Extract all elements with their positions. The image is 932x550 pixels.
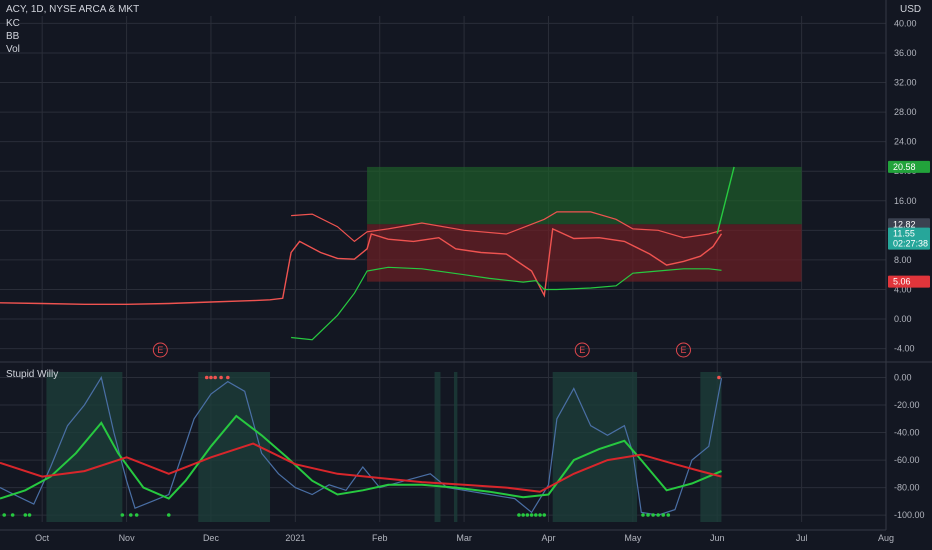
sub-indicator-title[interactable]: Stupid Willy [6,369,58,381]
oversold-dot [517,513,521,517]
y-tick-label-main: 32.00 [894,78,917,88]
oversold-dot [521,513,525,517]
y-tick-label-sub: -100.00 [894,510,925,520]
oversold-dot [2,513,7,517]
overbought-dot [717,375,721,380]
oversold-dot [27,513,32,517]
oversold-dot [641,513,645,517]
oversold-dot [23,513,28,517]
oversold-dot [666,513,671,517]
y-tick-label-sub: -80.00 [894,483,920,493]
price-tag-label: 20.58 [893,162,916,172]
oversold-dot [542,513,547,517]
x-tick-label: Apr [541,533,555,543]
earnings-marker-label: E [579,345,585,355]
y-tick-label-main: 0.00 [894,314,912,324]
y-tick-label-sub: -20.00 [894,400,920,410]
oversold-dot [128,513,133,517]
oversold-dot [661,513,666,517]
oversold-dot [538,513,542,517]
signal-highlight [453,372,458,522]
overbought-dot [213,375,217,380]
x-tick-label: Aug [878,533,894,543]
currency-label: USD [900,4,922,15]
oversold-dot [10,513,15,517]
oversold-dot [651,513,655,517]
y-tick-label-main: 36.00 [894,48,917,58]
y-tick-label-sub: -40.00 [894,428,920,438]
x-tick-label: May [624,533,642,543]
price-tag-label: 5.06 [893,277,911,287]
oversold-dot [134,513,139,517]
y-tick-label-sub: 0.00 [894,373,912,383]
overbought-dot [219,375,223,380]
oversold-dot [166,513,171,517]
x-tick-label: Nov [119,533,136,543]
y-tick-label-main: -4.00 [894,344,915,354]
oversold-dot [529,513,534,517]
signal-highlight [46,372,123,522]
chart-canvas: EEE -4.000.004.008.0012.0016.0020.0024.0… [0,0,932,550]
y-tick-label-main: 8.00 [894,255,912,265]
x-tick-label: 2021 [285,533,305,543]
indicator-kc[interactable]: KC [6,18,20,30]
x-tick-label: Feb [372,533,388,543]
earnings-marker-label: E [157,345,163,355]
oversold-dot [525,513,530,517]
y-tick-label-main: 40.00 [894,18,917,28]
y-tick-label-main: 16.00 [894,196,917,206]
price-tag-label: 02:27:38 [893,239,928,249]
y-tick-label-main: 24.00 [894,137,917,147]
x-tick-label: Jun [710,533,725,543]
signal-highlight [434,372,441,522]
overbought-dot [226,375,230,380]
overbought-dot [209,375,213,380]
x-tick-label: Oct [35,533,50,543]
indicator-bb[interactable]: BB [6,31,19,43]
symbol-title[interactable]: ACY, 1D, NYSE ARCA & MKT [6,4,139,16]
oversold-dot [646,513,650,517]
oversold-dot [656,513,660,517]
signal-highlight [552,372,638,522]
x-tick-label: Dec [203,533,220,543]
loss-zone [367,224,802,282]
x-tick-label: Jul [796,533,808,543]
x-tick-label: Mar [456,533,472,543]
y-tick-label-sub: -60.00 [894,455,920,465]
oversold-dot [534,513,538,517]
earnings-marker-label: E [680,345,686,355]
overbought-dot [204,375,209,380]
price-tag-label: 11.55 [893,229,915,239]
profit-zone [367,166,802,225]
y-tick-label-main: 28.00 [894,107,917,117]
oversold-dot [120,513,125,517]
indicator-vol[interactable]: Vol [6,44,20,56]
